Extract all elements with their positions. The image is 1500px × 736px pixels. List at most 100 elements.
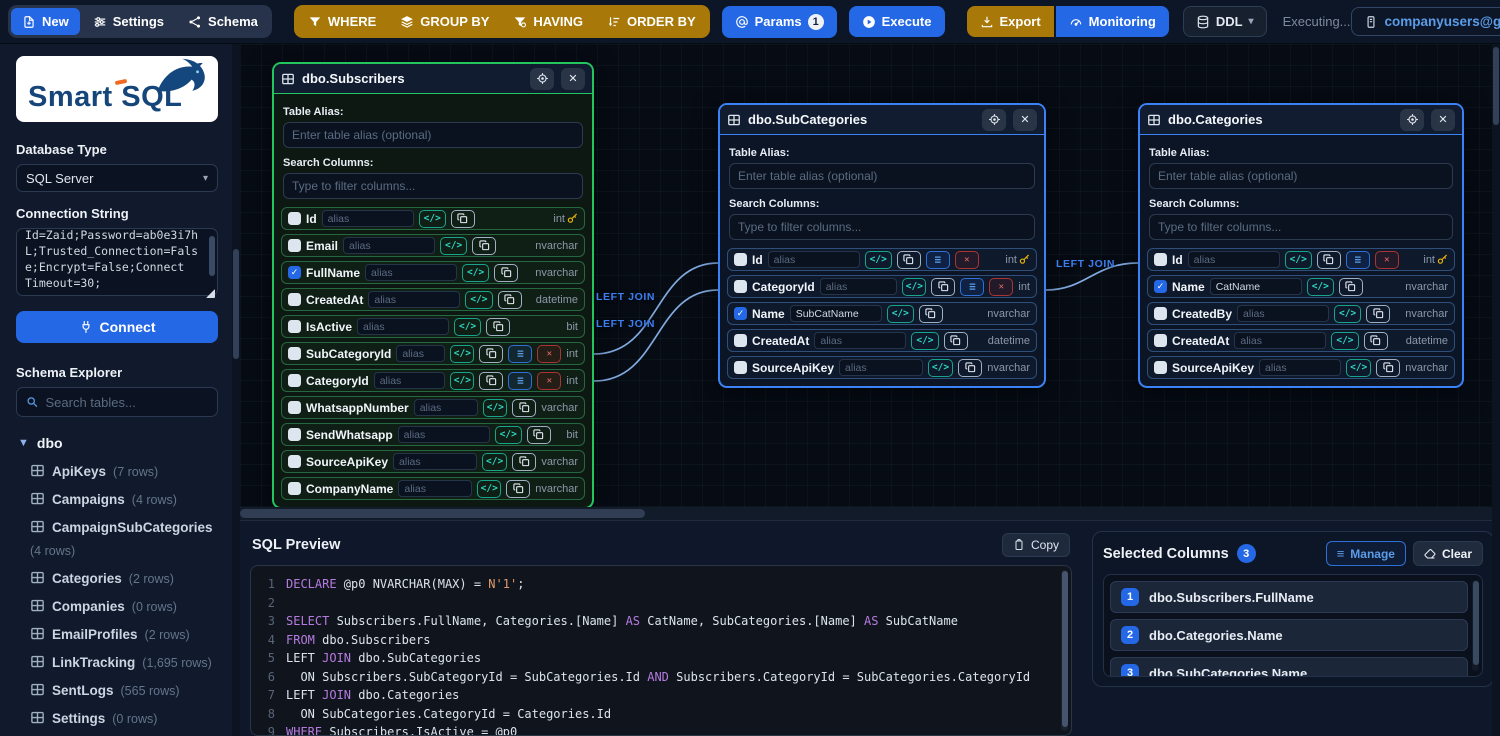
column-remove-button[interactable]: ✕ — [989, 278, 1013, 296]
column-alias-input[interactable] — [814, 332, 906, 349]
column-expression-button[interactable]: </> — [1285, 251, 1312, 269]
column-checkbox[interactable] — [734, 253, 747, 266]
column-checkbox[interactable] — [288, 347, 301, 360]
column-filter-button[interactable]: ≡ — [508, 345, 532, 363]
column-checkbox[interactable] — [288, 320, 301, 333]
schema-node-dbo[interactable]: ▼ dbo — [16, 433, 218, 457]
column-alias-input[interactable] — [368, 291, 460, 308]
account-menu-button[interactable]: companyusers@gmail.com ▾ — [1351, 7, 1500, 36]
column-checkbox[interactable] — [288, 293, 301, 306]
column-alias-input[interactable] — [1210, 278, 1302, 295]
column-alias-input[interactable] — [374, 372, 446, 389]
column-copy-button[interactable] — [944, 332, 968, 350]
monitoring-button[interactable]: Monitoring — [1056, 6, 1169, 37]
search-columns-input[interactable] — [729, 214, 1035, 240]
column-copy-button[interactable] — [958, 359, 982, 377]
sidebar-table-LinkTracking[interactable]: LinkTracking (1,695 rows) — [16, 648, 218, 676]
settings-button[interactable]: Settings — [82, 8, 175, 35]
column-copy-button[interactable] — [451, 210, 475, 228]
column-checkbox[interactable] — [734, 361, 747, 374]
column-copy-button[interactable] — [512, 399, 536, 417]
table-card-dbo.Categories[interactable]: dbo.Categories✕Table Alias:Search Column… — [1138, 103, 1464, 388]
column-alias-input[interactable] — [398, 480, 472, 497]
column-expression-button[interactable]: </> — [482, 453, 507, 471]
column-expression-button[interactable]: </> — [419, 210, 446, 228]
table-card-dbo.Subscribers[interactable]: dbo.Subscribers✕Table Alias:Search Colum… — [272, 62, 594, 509]
column-expression-button[interactable]: </> — [911, 332, 938, 350]
search-columns-input[interactable] — [1149, 214, 1453, 240]
table-search-input[interactable] — [46, 395, 209, 410]
search-columns-input[interactable] — [283, 173, 583, 199]
sql-code-scrollbar[interactable] — [1061, 570, 1068, 731]
column-remove-button[interactable]: ✕ — [537, 372, 561, 390]
column-alias-input[interactable] — [398, 426, 490, 443]
column-checkbox[interactable]: ✓ — [1154, 280, 1167, 293]
column-checkbox[interactable] — [1154, 334, 1167, 347]
column-alias-input[interactable] — [1237, 305, 1329, 322]
close-card-button[interactable]: ✕ — [1431, 109, 1455, 131]
column-alias-input[interactable] — [322, 210, 414, 227]
manage-columns-button[interactable]: ≡ Manage — [1326, 541, 1406, 566]
window-scrollbar[interactable] — [1492, 44, 1500, 736]
selected-column-item[interactable]: 3dbo.SubCategories.Name — [1110, 657, 1468, 677]
column-copy-button[interactable] — [1376, 359, 1400, 377]
column-alias-input[interactable] — [414, 399, 479, 416]
sql-code-block[interactable]: 1DECLARE @p0 NVARCHAR(MAX) = N'1';23SELE… — [250, 565, 1072, 736]
column-expression-button[interactable]: </> — [902, 278, 926, 296]
column-checkbox[interactable] — [1154, 253, 1167, 266]
column-copy-button[interactable] — [1339, 278, 1363, 296]
table-card-dbo.SubCategories[interactable]: dbo.SubCategories✕Table Alias:Search Col… — [718, 103, 1046, 388]
selected-column-item[interactable]: 1dbo.Subscribers.FullName — [1110, 581, 1468, 613]
column-alias-input[interactable] — [768, 251, 860, 268]
connection-string-scrollbar[interactable] — [209, 236, 215, 276]
sidebar-scrollbar-thumb[interactable] — [233, 249, 239, 359]
column-expression-button[interactable]: </> — [1307, 278, 1334, 296]
column-checkbox[interactable]: ✓ — [288, 266, 301, 279]
column-checkbox[interactable] — [288, 212, 301, 225]
column-checkbox[interactable]: ✓ — [734, 307, 747, 320]
having-button[interactable]: HAVING — [502, 8, 594, 35]
copy-sql-button[interactable]: Copy — [1002, 533, 1070, 557]
close-card-button[interactable]: ✕ — [561, 68, 585, 90]
column-alias-input[interactable] — [1234, 332, 1326, 349]
table-alias-input[interactable] — [729, 163, 1035, 189]
query-canvas[interactable]: dbo.Subscribers✕Table Alias:Search Colum… — [240, 44, 1500, 520]
column-filter-button[interactable]: ≡ — [1346, 251, 1370, 269]
column-filter-button[interactable]: ≡ — [960, 278, 984, 296]
sidebar-table-CampaignSubCategories[interactable]: CampaignSubCategories (4 rows) — [16, 513, 218, 564]
table-card-header[interactable]: dbo.Categories✕ — [1140, 105, 1462, 135]
column-expression-button[interactable]: </> — [1331, 332, 1358, 350]
move-card-button[interactable] — [1400, 109, 1424, 131]
column-expression-button[interactable]: </> — [1346, 359, 1371, 377]
column-checkbox[interactable] — [1154, 307, 1167, 320]
column-expression-button[interactable]: </> — [928, 359, 953, 377]
column-expression-button[interactable]: </> — [865, 251, 892, 269]
new-button[interactable]: New — [11, 8, 80, 35]
column-alias-input[interactable] — [396, 345, 445, 362]
column-alias-input[interactable] — [790, 305, 882, 322]
column-expression-button[interactable]: </> — [483, 399, 507, 417]
selected-columns-scrollbar-thumb[interactable] — [1473, 581, 1479, 665]
close-card-button[interactable]: ✕ — [1013, 109, 1037, 131]
column-copy-button[interactable] — [1364, 332, 1388, 350]
column-checkbox[interactable] — [734, 280, 747, 293]
column-copy-button[interactable] — [512, 453, 536, 471]
column-copy-button[interactable] — [472, 237, 496, 255]
connect-button[interactable]: Connect — [16, 311, 218, 343]
column-checkbox[interactable] — [288, 374, 301, 387]
column-alias-input[interactable] — [365, 264, 457, 281]
column-expression-button[interactable]: </> — [1334, 305, 1361, 323]
column-copy-button[interactable] — [1317, 251, 1341, 269]
column-expression-button[interactable]: </> — [450, 345, 474, 363]
column-copy-button[interactable] — [479, 345, 503, 363]
database-type-select[interactable]: SQL Server ▾ — [16, 164, 218, 192]
column-alias-input[interactable] — [393, 453, 477, 470]
column-filter-button[interactable]: ≡ — [508, 372, 532, 390]
where-button[interactable]: WHERE — [297, 8, 387, 35]
column-alias-input[interactable] — [357, 318, 449, 335]
column-checkbox[interactable] — [288, 482, 301, 495]
sidebar-table-Campaigns[interactable]: Campaigns (4 rows) — [16, 485, 218, 513]
column-remove-button[interactable]: ✕ — [537, 345, 561, 363]
column-copy-button[interactable] — [479, 372, 503, 390]
params-button[interactable]: Params 1 — [722, 6, 837, 38]
